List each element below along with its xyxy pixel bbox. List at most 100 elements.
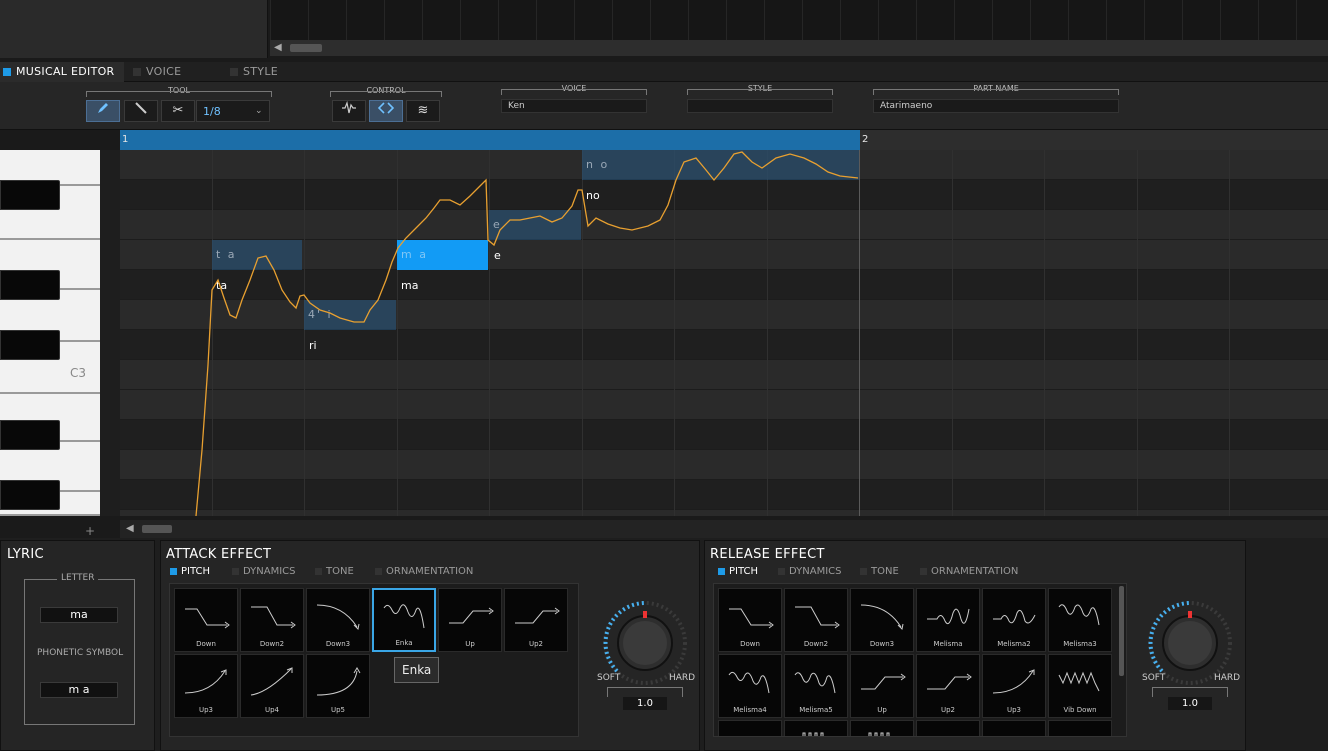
effect-tile[interactable]: Down bbox=[718, 588, 782, 652]
add-track-button[interactable]: + bbox=[80, 524, 100, 538]
scroll-thumb[interactable] bbox=[142, 525, 172, 533]
effect-tile[interactable] bbox=[784, 720, 848, 736]
tab-voice[interactable]: VOICE bbox=[130, 62, 222, 82]
tile-label: Melisma4 bbox=[733, 706, 767, 714]
effect-tile[interactable]: Up3 bbox=[174, 654, 238, 718]
attack-tab-tone[interactable]: TONE bbox=[312, 565, 368, 579]
effect-tile[interactable]: Melisma bbox=[916, 588, 980, 652]
phonetic-input[interactable]: m a bbox=[40, 682, 118, 698]
effect-tile[interactable]: Up5 bbox=[306, 654, 370, 718]
piano-keyboard[interactable]: C3 bbox=[0, 150, 120, 516]
effect-tile[interactable]: Up bbox=[438, 588, 502, 652]
release-strength-value[interactable]: 1.0 bbox=[1168, 697, 1212, 710]
tile-label: Down2 bbox=[259, 640, 285, 648]
attack-tab-ornamentation[interactable]: ORNAMENTATION bbox=[372, 565, 496, 579]
pencil-tool-button[interactable] bbox=[86, 100, 120, 122]
subtab-label: PITCH bbox=[729, 566, 759, 577]
release-tab-dynamics[interactable]: DYNAMICS bbox=[775, 565, 853, 579]
tile-scrollbar[interactable] bbox=[1119, 586, 1124, 676]
tile-label: Melisma5 bbox=[799, 706, 833, 714]
line-tool-button[interactable] bbox=[124, 100, 158, 122]
melisma-curve-icon bbox=[993, 609, 1036, 624]
curve-down-icon bbox=[316, 604, 360, 631]
black-key[interactable] bbox=[0, 270, 60, 300]
tile-tooltip: Enka bbox=[394, 657, 440, 683]
scissors-icon: ✂ bbox=[172, 103, 184, 118]
tile-label: Up bbox=[465, 640, 475, 648]
release-tab-pitch[interactable]: PITCH bbox=[715, 565, 775, 579]
subtab-label: PITCH bbox=[181, 566, 211, 577]
attack-strength-value[interactable]: 1.0 bbox=[623, 697, 667, 710]
tab-led-icon bbox=[133, 68, 141, 76]
pitch-curve[interactable] bbox=[120, 150, 1328, 516]
effect-tile[interactable]: Up bbox=[850, 654, 914, 718]
effect-tile[interactable] bbox=[850, 720, 914, 736]
tab-led-icon bbox=[718, 568, 725, 575]
effect-tile[interactable] bbox=[982, 720, 1046, 736]
effect-tile[interactable]: Down3 bbox=[306, 588, 370, 652]
effect-tile[interactable]: Down2 bbox=[784, 588, 848, 652]
pitch-wave-icon bbox=[342, 100, 356, 114]
arranger-scrollbar[interactable]: ◀ bbox=[270, 40, 1328, 56]
effect-tile[interactable]: Up3 bbox=[982, 654, 1046, 718]
effect-tile[interactable]: Melisma2 bbox=[982, 588, 1046, 652]
effect-tile-selected[interactable]: Enka bbox=[372, 588, 436, 652]
attack-tab-pitch[interactable]: PITCH bbox=[167, 565, 227, 579]
style-field[interactable] bbox=[687, 99, 833, 113]
voice-field[interactable]: Ken bbox=[501, 99, 647, 113]
tile-label: Melisma2 bbox=[997, 640, 1031, 648]
tab-musical-editor[interactable]: MUSICAL EDITOR bbox=[0, 62, 124, 82]
black-key[interactable] bbox=[0, 420, 60, 450]
effect-tile[interactable]: Down bbox=[174, 588, 238, 652]
effect-tile[interactable]: Up2 bbox=[916, 654, 980, 718]
lyric-panel: LYRIC LETTER ma PHONETIC SYMBOL m a bbox=[0, 540, 155, 751]
pitch-control-button[interactable] bbox=[332, 100, 366, 122]
c3-label: C3 bbox=[70, 366, 87, 380]
tile-label: Up bbox=[877, 706, 887, 714]
tile-label: Enka bbox=[395, 639, 413, 647]
roll-scrollbar[interactable]: ◀ bbox=[120, 520, 1328, 538]
scissors-tool-button[interactable]: ✂ bbox=[161, 100, 195, 122]
effect-tile[interactable]: Up4 bbox=[240, 654, 304, 718]
effect-tile[interactable]: Melisma3 bbox=[1048, 588, 1112, 652]
dynamics-control-button[interactable] bbox=[369, 100, 403, 122]
timeline-ruler[interactable]: 1 2 bbox=[120, 130, 1328, 150]
scroll-thumb[interactable] bbox=[290, 44, 322, 52]
effect-tile[interactable]: Down3 bbox=[850, 588, 914, 652]
scroll-left-icon[interactable]: ◀ bbox=[274, 42, 282, 53]
release-tile-grid: Down Down2 Down3 Melisma Melisma2 Melism… bbox=[713, 583, 1127, 737]
hard-label: HARD bbox=[1214, 673, 1241, 683]
black-key[interactable] bbox=[0, 480, 60, 510]
ruler-selection bbox=[120, 130, 860, 150]
black-key[interactable] bbox=[0, 330, 60, 360]
arranger-header bbox=[0, 0, 268, 58]
effect-tile[interactable]: Up2 bbox=[504, 588, 568, 652]
effect-tile[interactable]: Vib Down bbox=[1048, 654, 1112, 718]
subtab-label: ORNAMENTATION bbox=[931, 566, 1019, 577]
effect-tile[interactable]: Down2 bbox=[240, 588, 304, 652]
tab-led-icon bbox=[170, 568, 177, 575]
release-tab-tone[interactable]: TONE bbox=[857, 565, 913, 579]
tab-label: STYLE bbox=[243, 65, 278, 78]
attack-effect-panel: ATTACK EFFECT PITCH DYNAMICS TONE ORNAME… bbox=[160, 540, 700, 751]
black-key[interactable] bbox=[0, 180, 60, 210]
quantize-select[interactable]: 1/8 ⌄ bbox=[196, 100, 270, 122]
tab-led-icon bbox=[3, 68, 11, 76]
effect-tile[interactable]: Melisma5 bbox=[784, 654, 848, 718]
tab-style[interactable]: STYLE bbox=[227, 62, 319, 82]
attack-tab-dynamics[interactable]: DYNAMICS bbox=[229, 565, 307, 579]
release-tab-ornamentation[interactable]: ORNAMENTATION bbox=[917, 565, 1041, 579]
piano-roll[interactable]: t a ta 4' i ri m a ma e e n o no bbox=[120, 150, 1328, 516]
curve-up-icon bbox=[992, 669, 1035, 694]
effect-tile[interactable]: Melisma4 bbox=[718, 654, 782, 718]
chevron-down-icon: ⌄ bbox=[255, 106, 263, 116]
effect-tile[interactable] bbox=[916, 720, 980, 736]
letter-input[interactable]: ma bbox=[40, 607, 118, 623]
part-name-field[interactable]: Atarimaeno bbox=[873, 99, 1119, 113]
effect-tile[interactable] bbox=[1048, 720, 1112, 736]
attack-tile-grid: Down Down2 Down3 Enka Up Up2 Up3 Up4 Up5 bbox=[169, 583, 579, 737]
effect-tile[interactable] bbox=[718, 720, 782, 736]
vibrato-control-button[interactable]: ≋ bbox=[406, 100, 440, 122]
arranger-timeline[interactable] bbox=[270, 0, 1328, 40]
scroll-left-icon[interactable]: ◀ bbox=[126, 523, 134, 534]
